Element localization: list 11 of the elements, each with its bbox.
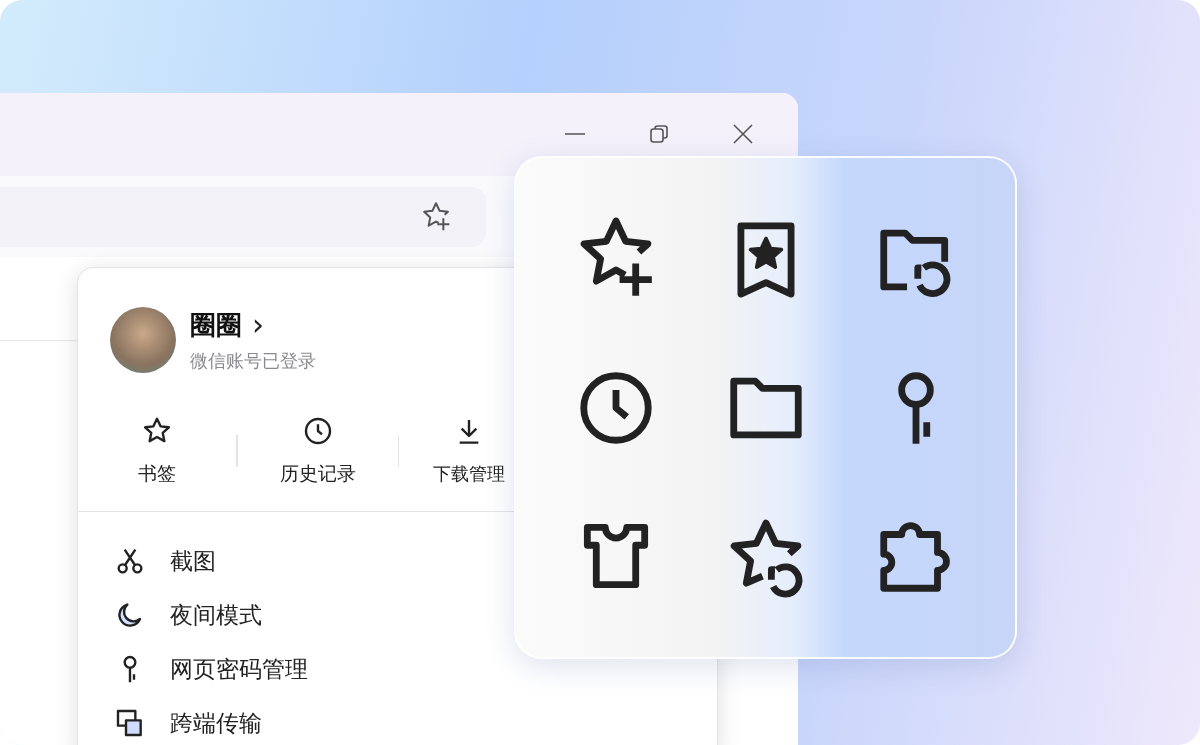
user-name: 圈圈 xyxy=(190,308,242,342)
menu-item[interactable]: 网页密码管理 xyxy=(114,653,308,685)
menu-item[interactable]: 截图 xyxy=(114,545,216,577)
quick-action-button[interactable]: 书签 xyxy=(78,415,236,487)
login-status: 微信账号已登录 xyxy=(190,348,316,373)
quick-action-button[interactable]: 下载管理 xyxy=(433,416,505,486)
add-bookmark-icon[interactable] xyxy=(420,200,452,233)
quick-action-button[interactable]: 历史记录 xyxy=(237,415,398,487)
menu-item[interactable]: 夜间模式 xyxy=(114,599,262,631)
menu-item[interactable]: 跨端传输 xyxy=(114,707,262,739)
chevron-button[interactable]: › xyxy=(252,310,264,340)
